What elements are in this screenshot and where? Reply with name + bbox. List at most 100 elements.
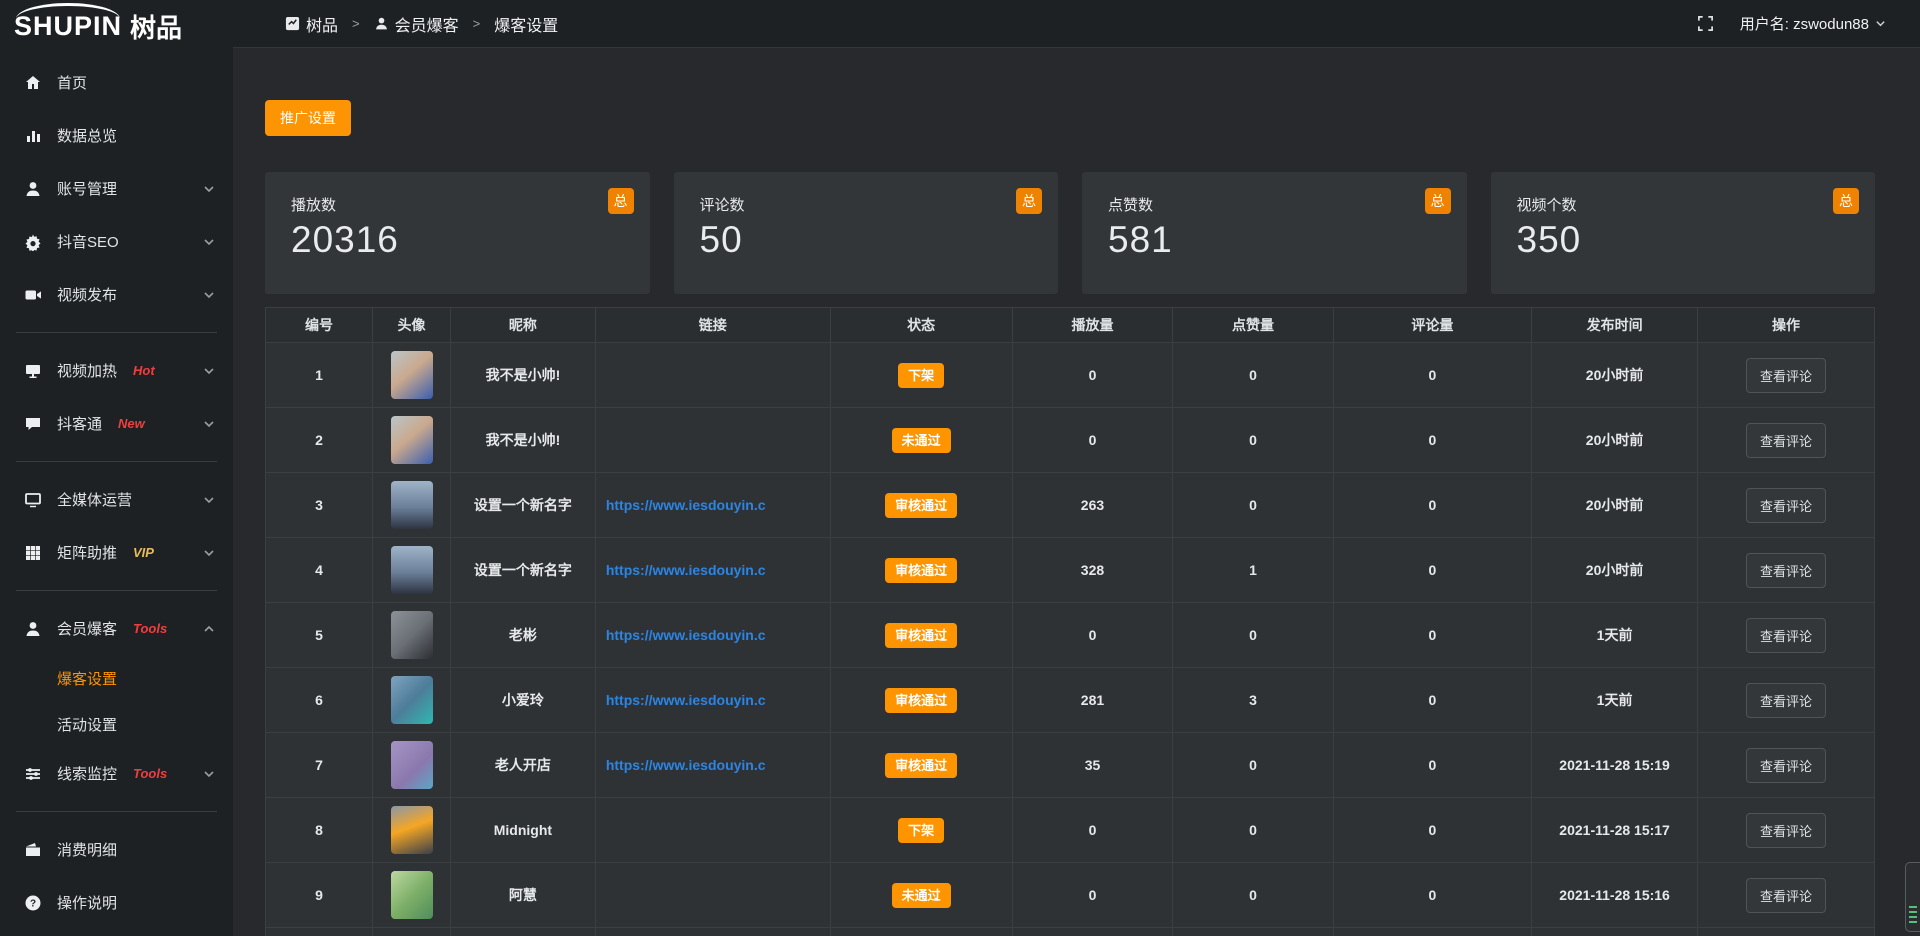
cell-plays: 328 xyxy=(1012,538,1173,603)
status-badge: 未通过 xyxy=(892,883,951,908)
view-comments-button[interactable]: 查看评论 xyxy=(1746,618,1826,653)
chevron-down-icon xyxy=(203,768,215,780)
cell-avatar xyxy=(372,343,450,408)
status-badge: 审核通过 xyxy=(885,753,957,778)
video-link[interactable]: https://www.iesdouyin.c xyxy=(596,757,830,773)
table-body: 1 我不是小帅! 下架 0 0 0 20小时前 查看评论 2 我不是小帅! 未通… xyxy=(266,343,1875,936)
cell-nickname: 老人开店 xyxy=(451,733,596,798)
column-header-avatar: 头像 xyxy=(372,308,450,343)
stat-value: 20316 xyxy=(291,219,626,261)
cell-link: https://www.iesdouyin.c xyxy=(595,733,830,798)
cell-publish-time: 20小时前 xyxy=(1532,408,1698,473)
cell-comments: 0 xyxy=(1333,408,1532,473)
username-label: 用户名: zswodun88 xyxy=(1740,13,1869,34)
cell-publish-time: 1天前 xyxy=(1532,603,1698,668)
sidebar-item-label: 抖音SEO xyxy=(57,231,119,252)
status-badge: 审核通过 xyxy=(885,493,957,518)
cell-link xyxy=(595,798,830,863)
table-header-row: 编号 头像 昵称 链接 状态 播放量 点赞量 评论量 发布时间 操作 xyxy=(266,308,1875,343)
cell-avatar xyxy=(372,928,450,936)
breadcrumb-item-member-baoke[interactable]: 会员爆客 xyxy=(395,12,459,36)
tools-badge: Tools xyxy=(133,621,167,636)
sidebar-item-omnimedia[interactable]: 全媒体运营 xyxy=(0,473,233,526)
view-comments-button[interactable]: 查看评论 xyxy=(1746,358,1826,393)
gear-icon xyxy=(24,233,42,251)
view-comments-button[interactable]: 查看评论 xyxy=(1746,423,1826,458)
breadcrumb-separator: > xyxy=(352,16,360,31)
cell-likes xyxy=(1173,928,1333,936)
sidebar-item-video-publish[interactable]: 视频发布 xyxy=(0,268,233,321)
cell-actions: 查看评论 xyxy=(1697,343,1874,408)
sidebar-item-label: 操作说明 xyxy=(57,892,117,913)
sidebar-subitem-baoke-settings[interactable]: 爆客设置 xyxy=(0,655,233,701)
sidebar-item-data-overview[interactable]: 数据总览 xyxy=(0,109,233,162)
cell-nickname: 设置一个新名字 xyxy=(451,538,596,603)
chevron-down-icon xyxy=(203,547,215,559)
promo-settings-button[interactable]: 推广设置 xyxy=(265,100,351,136)
sidebar-item-lead-monitoring[interactable]: 线索监控 Tools xyxy=(0,747,233,800)
sidebar-item-instructions[interactable]: 操作说明 xyxy=(0,876,233,929)
sidebar-item-label: 线索监控 xyxy=(57,763,117,784)
fullscreen-icon[interactable] xyxy=(1697,15,1714,32)
sidebar-item-home[interactable]: 首页 xyxy=(0,56,233,109)
column-header-plays: 播放量 xyxy=(1012,308,1173,343)
video-link[interactable]: https://www.iesdouyin.c xyxy=(596,692,830,708)
total-badge: 总 xyxy=(1425,188,1451,214)
breadcrumb-item-baoke-settings: 爆客设置 xyxy=(494,12,558,36)
view-comments-button[interactable]: 查看评论 xyxy=(1746,813,1826,848)
home-icon xyxy=(24,74,42,92)
question-circle-icon xyxy=(24,894,42,912)
chevron-down-icon xyxy=(203,418,215,430)
brand-logo: SHUPIN 树品 xyxy=(0,0,233,52)
stat-card-videos: 视频个数 350 总 xyxy=(1491,172,1876,294)
sidebar-item-label: 抖客通 xyxy=(57,413,102,434)
user-icon xyxy=(24,180,42,198)
view-comments-button[interactable]: 查看评论 xyxy=(1746,683,1826,718)
chevron-down-icon xyxy=(203,289,215,301)
cell-id: 9 xyxy=(266,863,373,928)
chevron-down-icon xyxy=(1875,18,1886,29)
hot-badge: Hot xyxy=(133,363,155,378)
column-header-likes: 点赞量 xyxy=(1173,308,1333,343)
stat-card-likes: 点赞数 581 总 xyxy=(1082,172,1467,294)
videos-table-container: 编号 头像 昵称 链接 状态 播放量 点赞量 评论量 发布时间 操作 xyxy=(265,307,1875,936)
stat-label: 播放数 xyxy=(291,194,626,215)
view-comments-button[interactable]: 查看评论 xyxy=(1746,488,1826,523)
widget-bar xyxy=(1909,911,1917,913)
cell-actions: 查看评论 xyxy=(1697,668,1874,733)
avatar xyxy=(391,481,433,529)
view-comments-button[interactable]: 查看评论 xyxy=(1746,878,1826,913)
view-comments-button[interactable]: 查看评论 xyxy=(1746,553,1826,588)
video-link[interactable]: https://www.iesdouyin.c xyxy=(596,562,830,578)
sidebar-divider xyxy=(16,590,217,591)
cell-id: 7 xyxy=(266,733,373,798)
sidebar-item-consumption-details[interactable]: 消费明细 xyxy=(0,823,233,876)
cell-publish-time: 20小时前 xyxy=(1532,538,1698,603)
sidebar-item-video-heat[interactable]: 视频加热 Hot xyxy=(0,344,233,397)
view-comments-button[interactable]: 查看评论 xyxy=(1746,748,1826,783)
cell-publish-time: 20小时前 xyxy=(1532,473,1698,538)
sidebar-subitem-activity-settings[interactable]: 活动设置 xyxy=(0,701,233,747)
cell-status: 审核通过 xyxy=(830,538,1012,603)
sidebar-item-label: 视频发布 xyxy=(57,284,117,305)
video-link[interactable]: https://www.iesdouyin.c xyxy=(596,627,830,643)
sidebar-item-matrix-boost[interactable]: 矩阵助推 VIP xyxy=(0,526,233,579)
logo-text-cn: 树品 xyxy=(130,8,182,45)
total-badge: 总 xyxy=(1016,188,1042,214)
floating-widget[interactable] xyxy=(1905,862,1920,932)
stat-card-comments: 评论数 50 总 xyxy=(674,172,1059,294)
sidebar-item-douketong[interactable]: 抖客通 New xyxy=(0,397,233,450)
cell-avatar xyxy=(372,603,450,668)
breadcrumb-item-shupin[interactable]: 树品 xyxy=(306,12,338,36)
sidebar-item-label: 会员爆客 xyxy=(57,618,117,639)
column-header-comments: 评论量 xyxy=(1333,308,1532,343)
cell-actions xyxy=(1697,928,1874,936)
sidebar-item-douyin-seo[interactable]: 抖音SEO xyxy=(0,215,233,268)
cell-publish-time: 20小时前 xyxy=(1532,343,1698,408)
cell-nickname: 设置一个新名字 xyxy=(451,473,596,538)
user-menu[interactable]: 用户名: zswodun88 xyxy=(1740,13,1886,34)
stat-card-plays: 播放数 20316 总 xyxy=(265,172,650,294)
sidebar-item-member-baoke[interactable]: 会员爆客 Tools xyxy=(0,602,233,655)
video-link[interactable]: https://www.iesdouyin.c xyxy=(596,497,830,513)
sidebar-item-account-management[interactable]: 账号管理 xyxy=(0,162,233,215)
